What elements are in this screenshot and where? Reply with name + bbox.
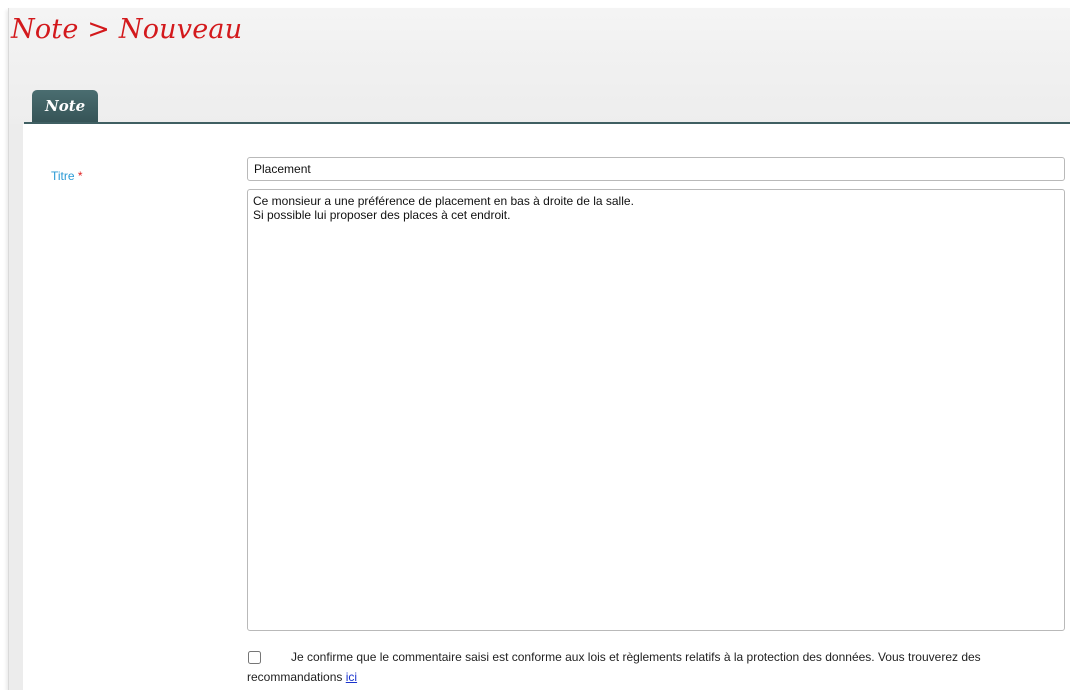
page-frame: Note > Nouveau Note Titre * Ce monsieur … <box>8 8 1070 690</box>
title-field-label: Titre * <box>51 169 83 183</box>
recommendations-link[interactable]: ici <box>346 670 357 684</box>
title-input[interactable] <box>247 157 1065 181</box>
confirm-statement: Je confirme que le commentaire saisi est… <box>247 647 1062 687</box>
tab-underline <box>24 122 1070 124</box>
title-label-text: Titre <box>51 169 75 183</box>
tab-note[interactable]: Note <box>32 90 99 122</box>
required-asterisk: * <box>77 169 83 183</box>
left-sidebar-strip <box>9 124 23 690</box>
page-title: Note > Nouveau <box>11 14 243 45</box>
page-header: Note > Nouveau Note <box>9 8 1070 124</box>
note-body-textarea[interactable]: Ce monsieur a une préférence de placemen… <box>247 189 1065 631</box>
